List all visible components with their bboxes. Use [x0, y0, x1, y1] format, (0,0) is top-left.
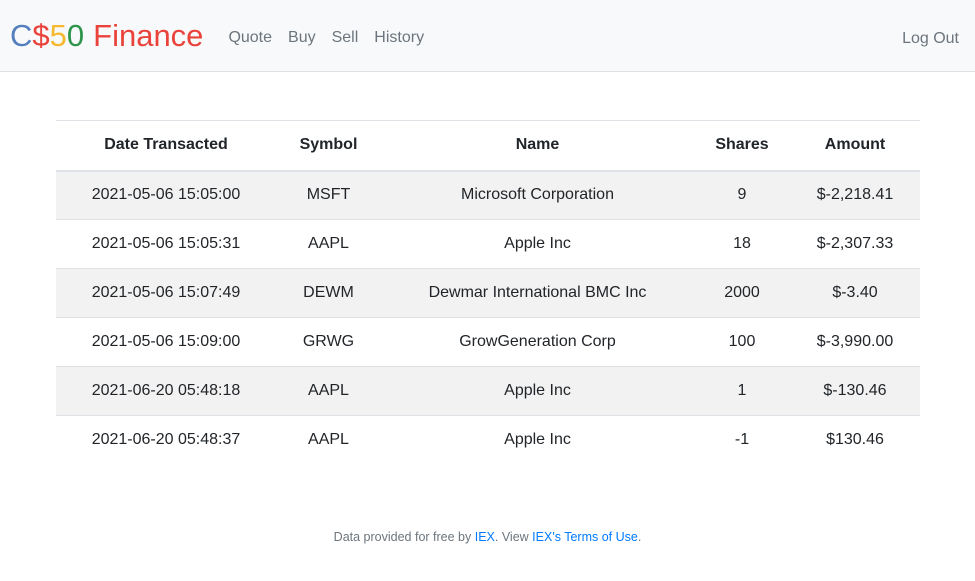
cell-symbol: AAPL [276, 366, 381, 416]
cell-name: GrowGeneration Corp [381, 317, 694, 367]
cell-date: 2021-06-20 05:48:18 [56, 366, 276, 416]
nav-right: Log Out [902, 30, 959, 48]
brand-char-0: 0 [66, 18, 85, 53]
nav-logout[interactable]: Log Out [902, 30, 959, 47]
cell-name: Apple Inc [381, 415, 694, 465]
footer-iex-link[interactable]: IEX [475, 530, 495, 544]
cell-amount: $-2,218.41 [790, 170, 920, 220]
header-shares: Shares [694, 120, 790, 172]
table-row: 2021-06-20 05:48:37 AAPL Apple Inc -1 $1… [56, 415, 920, 465]
header-name: Name [381, 120, 694, 172]
header-date-transacted: Date Transacted [56, 120, 276, 172]
cell-amount: $-3,990.00 [790, 317, 920, 367]
cell-amount: $130.46 [790, 415, 920, 465]
table-row: 2021-05-06 15:05:31 AAPL Apple Inc 18 $-… [56, 219, 920, 269]
cell-name: Microsoft Corporation [381, 170, 694, 220]
transactions-table: Date Transacted Symbol Name Shares Amoun… [56, 120, 920, 465]
cell-shares: 1 [694, 366, 790, 416]
cell-shares: -1 [694, 415, 790, 465]
cell-amount: $-3.40 [790, 268, 920, 318]
cell-shares: 9 [694, 170, 790, 220]
cell-date: 2021-05-06 15:05:31 [56, 219, 276, 269]
cell-shares: 100 [694, 317, 790, 367]
table-header: Date Transacted Symbol Name Shares Amoun… [56, 120, 920, 172]
brand-char-c: C [10, 18, 33, 53]
table-row: 2021-05-06 15:09:00 GRWG GrowGeneration … [56, 317, 920, 367]
cell-date: 2021-05-06 15:05:00 [56, 170, 276, 220]
brand-logo[interactable]: C $5 0 Finance [10, 20, 203, 51]
brand-word-finance: Finance [93, 18, 204, 53]
cell-symbol: DEWM [276, 268, 381, 318]
cell-name: Apple Inc [381, 219, 694, 269]
footer-terms-link[interactable]: IEX's Terms of Use [532, 530, 638, 544]
cell-name: Dewmar International BMC Inc [381, 268, 694, 318]
nav-sell[interactable]: Sell [324, 29, 367, 47]
cell-shares: 2000 [694, 268, 790, 318]
header-amount: Amount [790, 120, 920, 172]
footer-middle: . View [494, 530, 533, 544]
cell-name: Apple Inc [381, 366, 694, 416]
cell-date: 2021-06-20 05:48:37 [56, 415, 276, 465]
nav-quote[interactable]: Quote [220, 29, 280, 47]
cell-amount: $-130.46 [790, 366, 920, 416]
nav-links: Quote Buy Sell History [220, 29, 432, 47]
header-row: Date Transacted Symbol Name Shares Amoun… [56, 120, 920, 172]
cell-shares: 18 [694, 219, 790, 269]
cell-symbol: AAPL [276, 219, 381, 269]
table-body: 2021-05-06 15:05:00 MSFT Microsoft Corpo… [56, 170, 920, 465]
footer-prefix: Data provided for free by [333, 530, 475, 544]
brand-char-5: 5 [49, 18, 67, 53]
nav-history[interactable]: History [366, 29, 432, 47]
cell-date: 2021-05-06 15:07:49 [56, 268, 276, 318]
footer: Data provided for free by IEX. View IEX'… [0, 530, 975, 544]
cell-symbol: MSFT [276, 170, 381, 220]
nav-buy[interactable]: Buy [280, 29, 324, 47]
cell-symbol: GRWG [276, 317, 381, 367]
header-symbol: Symbol [276, 120, 381, 172]
brand-char-dollar: $ [32, 18, 50, 53]
navbar: C $5 0 Finance Quote Buy Sell History Log O… [0, 0, 975, 72]
footer-suffix: . [637, 530, 642, 544]
table-row: 2021-05-06 15:05:00 MSFT Microsoft Corpo… [56, 170, 920, 220]
table-row: 2021-06-20 05:48:18 AAPL Apple Inc 1 $-1… [56, 366, 920, 416]
cell-amount: $-2,307.33 [790, 219, 920, 269]
table-row: 2021-05-06 15:07:49 DEWM Dewmar Internat… [56, 268, 920, 318]
cell-date: 2021-05-06 15:09:00 [56, 317, 276, 367]
cell-symbol: AAPL [276, 415, 381, 465]
